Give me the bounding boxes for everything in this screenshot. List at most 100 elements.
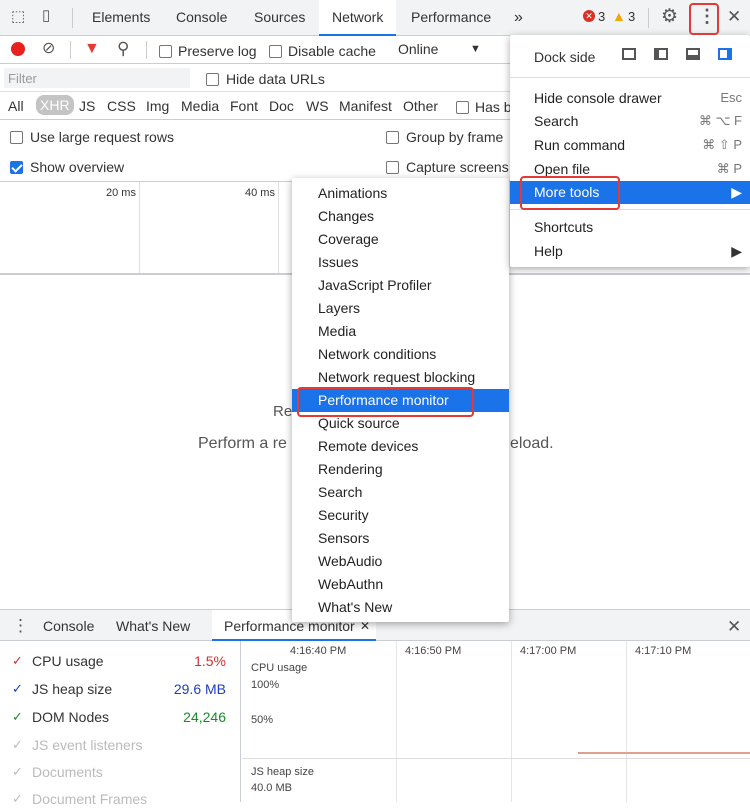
tool-item-changes[interactable]: Changes (292, 205, 509, 228)
drawer-tab-console[interactable]: Console (43, 618, 94, 634)
submenu-arrow-icon: ▶ (731, 184, 742, 200)
tool-item-media[interactable]: Media (292, 320, 509, 343)
dock-bottom-icon[interactable] (686, 48, 700, 60)
tool-item-search[interactable]: Search (292, 481, 509, 504)
type-media[interactable]: Media (181, 98, 219, 114)
has-blocked-label: Has b (475, 99, 512, 115)
tab-elements[interactable]: Elements (92, 9, 150, 25)
preserve-log-checkbox[interactable] (159, 44, 172, 58)
drawer-menu-icon[interactable]: ⋮ (12, 617, 29, 634)
type-font[interactable]: Font (230, 98, 258, 114)
empty-hint-start: Perform a re (198, 435, 287, 452)
filter-input[interactable]: Filter (4, 68, 190, 88)
type-ws[interactable]: WS (306, 98, 329, 114)
tool-item-animations[interactable]: Animations (292, 182, 509, 205)
type-js[interactable]: JS (79, 98, 95, 114)
record-icon[interactable] (11, 42, 25, 56)
menu-shortcuts[interactable]: Shortcuts (510, 216, 750, 239)
time-label: 4:17:10 PM (635, 645, 692, 657)
has-blocked-checkbox[interactable] (456, 100, 469, 114)
menu-help[interactable]: Help ▶ (510, 240, 750, 263)
tool-item-sensors[interactable]: Sensors (292, 527, 509, 550)
type-xhr[interactable]: XHR (36, 95, 74, 115)
close-drawer-icon[interactable]: ✕ (727, 618, 741, 635)
tick-20ms: 20 ms (106, 187, 136, 199)
metric-js-heap[interactable]: ✓ JS heap size 29.6 MB (0, 678, 240, 702)
tool-item-webauthn[interactable]: WebAuthn (292, 573, 509, 596)
tab-network[interactable]: Network (332, 9, 383, 25)
throttle-select[interactable]: Online (398, 41, 438, 57)
tool-item-rendering[interactable]: Rendering (292, 458, 509, 481)
metric-document-frames[interactable]: ✓ Document Frames (0, 788, 240, 812)
tab-performance[interactable]: Performance (411, 9, 491, 25)
metric-dom-nodes[interactable]: ✓ DOM Nodes 24,246 (0, 706, 240, 730)
disable-cache-label: Disable cache (288, 43, 376, 59)
type-img[interactable]: Img (146, 98, 169, 114)
device-toggle-icon[interactable]: ▯ (42, 8, 50, 23)
tool-item-network-request-blocking[interactable]: Network request blocking (292, 366, 509, 389)
more-tabs-icon[interactable]: » (514, 9, 523, 27)
tool-item-webaudio[interactable]: WebAudio (292, 550, 509, 573)
hide-data-urls-label: Hide data URLs (226, 71, 325, 87)
show-overview-checkbox[interactable] (10, 160, 23, 174)
close-devtools-icon[interactable]: ✕ (727, 8, 741, 25)
type-manifest[interactable]: Manifest (339, 98, 392, 114)
settings-gear-icon[interactable]: ⚙ (661, 7, 678, 26)
group-by-frame-checkbox[interactable] (386, 130, 399, 144)
throttle-chevron-icon[interactable]: ▼ (470, 43, 481, 55)
tool-item-what-s-new[interactable]: What's New (292, 596, 509, 619)
type-doc[interactable]: Doc (269, 98, 294, 114)
type-all[interactable]: All (8, 98, 24, 114)
type-other[interactable]: Other (403, 98, 438, 114)
settings-pane: Use large request rows Show overview Gro… (0, 120, 510, 182)
cpu-50-label: 50% (251, 714, 274, 726)
dock-left-icon[interactable] (654, 48, 668, 60)
metric-cpu[interactable]: ✓ CPU usage 1.5% (0, 650, 240, 674)
cpu-graph-title: CPU usage (251, 662, 308, 674)
tool-item-coverage[interactable]: Coverage (292, 228, 509, 251)
drawer-tab-whats-new[interactable]: What's New (116, 618, 190, 634)
metric-js-listeners[interactable]: ✓ JS event listeners (0, 734, 240, 758)
time-label: 4:16:40 PM (290, 645, 347, 657)
inspect-icon[interactable]: ⬚ (11, 9, 25, 24)
dock-side-label: Dock side (534, 49, 596, 65)
filter-funnel-icon[interactable]: ▼ (84, 41, 100, 57)
devtools-toolbar: ⬚ ▯ Elements Console Sources Network Per… (0, 0, 750, 36)
tick-40ms: 40 ms (245, 187, 275, 199)
metric-documents[interactable]: ✓ Documents (0, 761, 240, 785)
tab-console[interactable]: Console (176, 9, 227, 25)
heap-40mb-label: 40.0 MB (251, 782, 292, 794)
dock-undock-icon[interactable] (622, 48, 636, 60)
tool-item-remote-devices[interactable]: Remote devices (292, 435, 509, 458)
highlight-more-tools (520, 176, 620, 210)
tool-item-network-conditions[interactable]: Network conditions (292, 343, 509, 366)
large-rows-checkbox[interactable] (10, 130, 23, 144)
disable-cache-checkbox[interactable] (269, 44, 282, 58)
tool-item-javascript-profiler[interactable]: JavaScript Profiler (292, 274, 509, 297)
tool-item-security[interactable]: Security (292, 504, 509, 527)
dock-right-icon[interactable] (718, 48, 732, 60)
tool-item-layers[interactable]: Layers (292, 297, 509, 320)
menu-search[interactable]: Search ⌘ ⌥ F (510, 110, 750, 133)
time-label: 4:16:50 PM (405, 645, 462, 657)
error-icon[interactable]: ✕ (583, 10, 595, 22)
empty-hint-end: eload. (510, 435, 554, 452)
menu-run-command[interactable]: Run command ⌘ ⇧ P (510, 134, 750, 157)
hide-data-urls-checkbox[interactable] (206, 72, 219, 86)
cpu-100-label: 100% (251, 679, 280, 691)
clear-icon[interactable]: ⊘ (42, 41, 55, 57)
capture-screenshots-label: Capture screens (406, 159, 509, 175)
submenu-arrow-icon: ▶ (731, 243, 742, 259)
tab-sources[interactable]: Sources (254, 9, 305, 25)
heap-graph-title: JS heap size (251, 766, 314, 778)
menu-hide-console[interactable]: Hide console drawer Esc (510, 87, 750, 110)
capture-screenshots-checkbox[interactable] (386, 160, 399, 174)
highlight-performance-monitor (297, 387, 474, 417)
warning-icon[interactable]: ▲ (612, 8, 626, 24)
type-css[interactable]: CSS (107, 98, 136, 114)
highlight-kebab (689, 3, 719, 35)
time-label: 4:17:00 PM (520, 645, 577, 657)
error-count: 3 (598, 9, 606, 24)
search-icon[interactable]: ⚲ (117, 40, 129, 57)
tool-item-issues[interactable]: Issues (292, 251, 509, 274)
